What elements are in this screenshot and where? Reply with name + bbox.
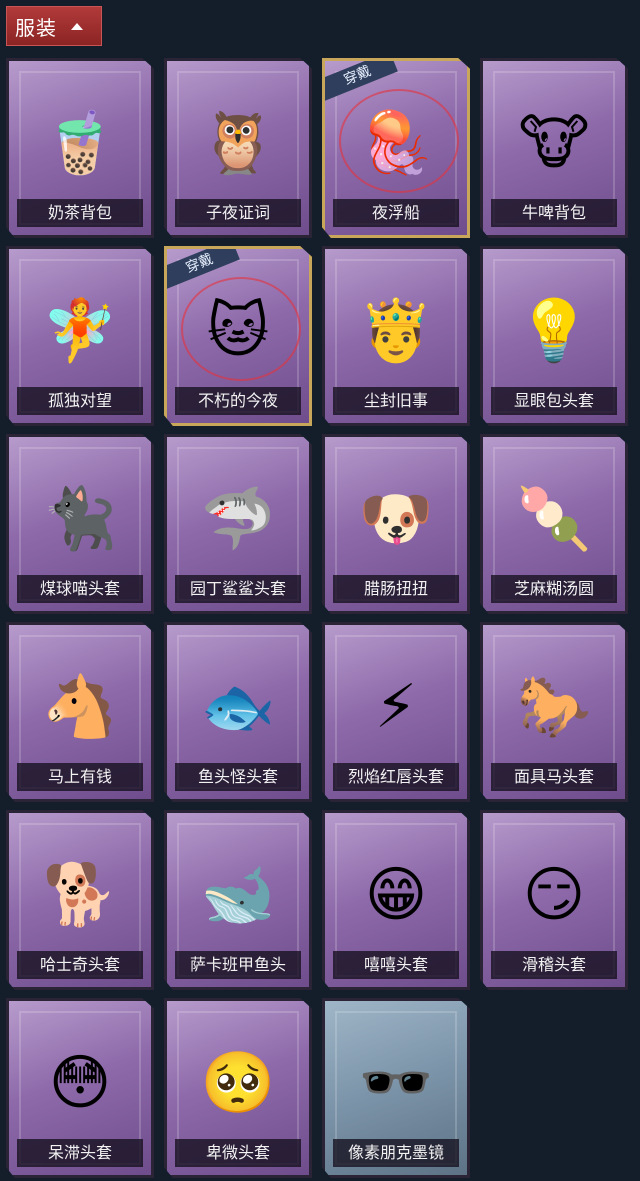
- costume-item-icon: 🦉: [200, 108, 276, 178]
- costume-item-icon: 🧚: [42, 296, 118, 366]
- costume-item-label: 滑稽头套: [491, 951, 617, 979]
- costume-item-label: 牛啤背包: [491, 199, 617, 227]
- costume-item-icon: 😏: [522, 860, 586, 930]
- costume-item-icon: 🐎: [516, 672, 592, 742]
- costume-item-icon: 🐋: [200, 860, 276, 930]
- costume-item-label: 马上有钱: [17, 763, 143, 791]
- costume-item-label: 烈焰红唇头套: [333, 763, 459, 791]
- costume-card[interactable]: 🐶 腊肠扭扭: [322, 434, 470, 614]
- costume-item-label: 尘封旧事: [333, 387, 459, 415]
- costume-card[interactable]: 🥺 卑微头套: [164, 998, 312, 1178]
- costume-item-icon: 🐶: [358, 484, 434, 554]
- costume-item-icon: 😁: [364, 860, 428, 930]
- costume-card[interactable]: 🦉 子夜证词: [164, 58, 312, 238]
- costume-item-icon: 🐈‍⬛: [42, 484, 118, 554]
- costume-card[interactable]: 🤴 尘封旧事: [322, 246, 470, 426]
- costume-item-label: 煤球喵头套: [17, 575, 143, 603]
- costume-card[interactable]: 🐕 哈士奇头套: [6, 810, 154, 990]
- costume-card[interactable]: 🕶️ 像素朋克墨镜: [322, 998, 470, 1178]
- costume-card[interactable]: 🐮 牛啤背包: [480, 58, 628, 238]
- costume-item-label: 像素朋克墨镜: [333, 1139, 459, 1167]
- costume-item-icon: 🧋: [42, 108, 118, 178]
- costume-card[interactable]: 🧋 奶茶背包: [6, 58, 154, 238]
- costume-card[interactable]: 🦈 园丁鲨鲨头套: [164, 434, 312, 614]
- costume-card[interactable]: ⚡ 烈焰红唇头套: [322, 622, 470, 802]
- costume-card[interactable]: 🐋 萨卡班甲鱼头: [164, 810, 312, 990]
- costume-card[interactable]: 💡 显眼包头套: [480, 246, 628, 426]
- costume-item-label: 萨卡班甲鱼头: [175, 951, 301, 979]
- costume-card[interactable]: 穿戴 🪼 夜浮船: [322, 58, 470, 238]
- costume-card[interactable]: 😳 呆滞头套: [6, 998, 154, 1178]
- costume-item-label: 面具马头套: [491, 763, 617, 791]
- costume-card[interactable]: 🍡 芝麻糊汤圆: [480, 434, 628, 614]
- costume-tab-label: 服装: [15, 15, 57, 40]
- costume-card[interactable]: 🐎 面具马头套: [480, 622, 628, 802]
- costume-item-label: 鱼头怪头套: [175, 763, 301, 791]
- costume-item-label: 孤独对望: [17, 387, 143, 415]
- costume-item-label: 夜浮船: [333, 199, 459, 227]
- costume-item-icon: 🤴: [358, 296, 434, 366]
- costume-item-icon: 🐟: [200, 672, 276, 742]
- costume-item-icon: 🪼: [358, 108, 434, 178]
- costume-item-icon: 🐮: [518, 108, 590, 178]
- costume-item-label: 芝麻糊汤圆: [491, 575, 617, 603]
- costume-item-icon: 😳: [48, 1048, 112, 1118]
- costume-item-label: 不朽的今夜: [175, 387, 301, 415]
- costume-card[interactable]: 🐈‍⬛ 煤球喵头套: [6, 434, 154, 614]
- costume-tab-header[interactable]: 服装: [6, 6, 102, 46]
- costume-item-icon: 🕶️: [358, 1048, 434, 1118]
- costume-item-icon: 💡: [516, 296, 592, 366]
- costume-item-icon: 🐕: [42, 860, 118, 930]
- costume-item-label: 卑微头套: [175, 1139, 301, 1167]
- costume-item-icon: 🥺: [200, 1048, 276, 1118]
- chevron-up-icon[interactable]: [71, 22, 83, 30]
- costume-item-label: 腊肠扭扭: [333, 575, 459, 603]
- costume-card[interactable]: 😏 滑稽头套: [480, 810, 628, 990]
- costume-item-label: 子夜证词: [175, 199, 301, 227]
- costume-item-label: 显眼包头套: [491, 387, 617, 415]
- costume-card[interactable]: 穿戴 🐱 不朽的今夜: [164, 246, 312, 426]
- costume-card[interactable]: 🧚 孤独对望: [6, 246, 154, 426]
- costume-item-label: 呆滞头套: [17, 1139, 143, 1167]
- costume-card[interactable]: 🐴 马上有钱: [6, 622, 154, 802]
- costume-item-icon: 🐱: [206, 296, 270, 366]
- costume-item-icon: 🍡: [516, 484, 592, 554]
- costume-card[interactable]: 😁 嘻嘻头套: [322, 810, 470, 990]
- costume-item-label: 嘻嘻头套: [333, 951, 459, 979]
- costume-card[interactable]: 🐟 鱼头怪头套: [164, 622, 312, 802]
- costume-item-icon: 🦈: [200, 484, 276, 554]
- costume-item-label: 园丁鲨鲨头套: [175, 575, 301, 603]
- costume-item-label: 奶茶背包: [17, 199, 143, 227]
- costume-item-icon: ⚡: [374, 672, 418, 742]
- costume-item-icon: 🐴: [42, 672, 118, 742]
- costume-item-label: 哈士奇头套: [17, 951, 143, 979]
